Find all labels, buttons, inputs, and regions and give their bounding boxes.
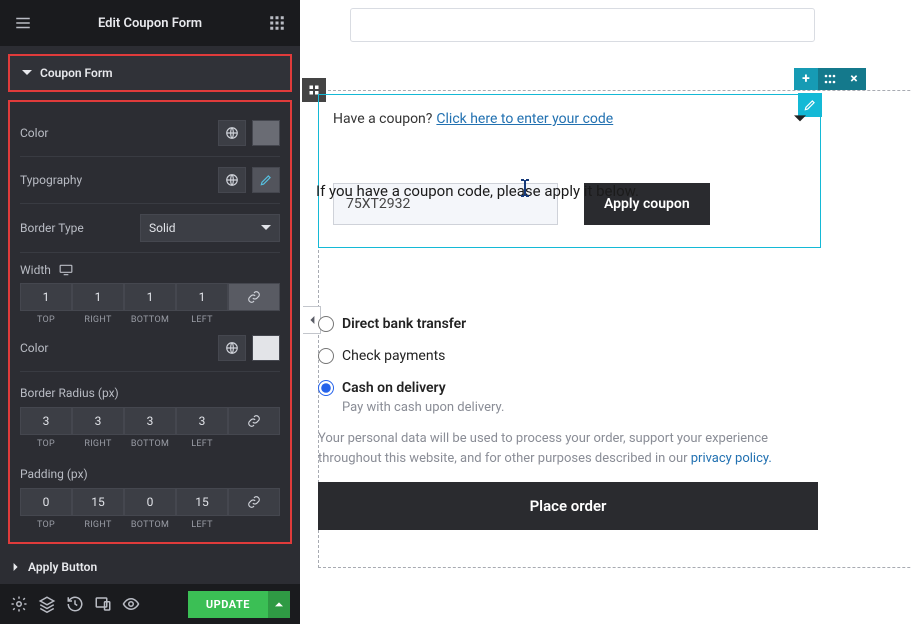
padding-top[interactable] xyxy=(20,488,72,516)
accordion-title: Coupon Form xyxy=(40,66,113,80)
accordion-apply-button[interactable]: Apply Button xyxy=(0,552,300,582)
border-type-select[interactable]: Solid xyxy=(140,214,280,242)
border-type-value: Solid xyxy=(149,221,176,235)
place-order-button[interactable]: Place order xyxy=(318,482,818,530)
lbl-left: LEFT xyxy=(176,315,228,325)
link-values-icon[interactable] xyxy=(228,488,280,516)
lbl-bottom: BOTTOM xyxy=(124,315,176,325)
lbl-right: RIGHT xyxy=(72,315,124,325)
caret-down-icon xyxy=(261,223,271,233)
apps-grid-icon[interactable] xyxy=(268,14,286,32)
padding-right[interactable] xyxy=(72,488,124,516)
label-color: Color xyxy=(20,126,48,140)
coupon-toggle[interactable]: Have a coupon? Click here to enter your … xyxy=(333,111,806,127)
accordion-coupon-form[interactable]: Coupon Form xyxy=(8,54,292,92)
link-values-icon[interactable] xyxy=(228,283,280,311)
pm3-label: Cash on delivery xyxy=(342,380,446,396)
lbl-top: TOP xyxy=(20,315,72,325)
padding-inputs: TOP RIGHT BOTTOM LEFT xyxy=(20,488,280,530)
lbl-top: TOP xyxy=(20,520,72,530)
lbl-right: RIGHT xyxy=(72,520,124,530)
sidebar-footer: UPDATE xyxy=(0,584,300,624)
pencil-icon[interactable] xyxy=(252,167,280,193)
update-button[interactable]: UPDATE xyxy=(188,591,290,618)
width-right[interactable] xyxy=(72,283,124,311)
column-handle: + × xyxy=(794,68,866,90)
input-above[interactable] xyxy=(350,8,815,42)
update-dropdown[interactable] xyxy=(268,591,290,618)
pm1-label: Direct bank transfer xyxy=(342,316,466,332)
eye-icon[interactable] xyxy=(122,595,140,613)
coupon-question: Have a coupon? xyxy=(333,111,432,127)
label-typography: Typography xyxy=(20,173,82,187)
lbl-left: LEFT xyxy=(176,520,228,530)
label-border-radius: Border Radius (px) xyxy=(20,386,119,400)
preview-canvas: + × Have a coupon? Click here to enter y… xyxy=(300,0,911,624)
globe-icon[interactable] xyxy=(218,120,246,146)
pm3-desc: Pay with cash upon delivery. xyxy=(342,400,818,415)
caret-right-icon xyxy=(12,563,20,571)
responsive-icon[interactable] xyxy=(94,595,112,613)
radio-cod[interactable] xyxy=(318,380,334,396)
control-color2: Color xyxy=(20,325,280,372)
add-column-icon[interactable]: + xyxy=(794,68,818,90)
control-color: Color xyxy=(20,110,280,157)
pm-check[interactable]: Check payments xyxy=(318,340,818,372)
drag-handle-icon[interactable] xyxy=(818,68,842,90)
layers-icon[interactable] xyxy=(38,595,56,613)
desktop-icon[interactable] xyxy=(59,264,73,276)
globe-icon[interactable] xyxy=(218,167,246,193)
radio-direct-bank[interactable] xyxy=(318,316,334,332)
gear-icon[interactable] xyxy=(10,595,28,613)
control-border-type: Border Type Solid xyxy=(20,204,280,253)
update-main[interactable]: UPDATE xyxy=(188,591,268,618)
coupon-help-text: If you have a coupon code, please apply … xyxy=(316,182,816,200)
radius-inputs: TOP RIGHT BOTTOM LEFT xyxy=(20,407,280,449)
lbl-right: RIGHT xyxy=(72,439,124,449)
label-padding: Padding (px) xyxy=(20,467,88,481)
close-icon[interactable]: × xyxy=(842,68,866,90)
editor-sidebar: Edit Coupon Form Coupon Form Color Typog… xyxy=(0,0,300,624)
sidebar-title: Edit Coupon Form xyxy=(98,16,202,31)
color-swatch[interactable] xyxy=(252,120,280,146)
hamburger-icon[interactable] xyxy=(14,14,32,32)
globe-icon[interactable] xyxy=(218,335,246,361)
padding-bottom[interactable] xyxy=(124,488,176,516)
width-top[interactable] xyxy=(20,283,72,311)
radio-check[interactable] xyxy=(318,348,334,364)
payment-methods: Direct bank transfer Check payments Cash… xyxy=(318,308,818,530)
lbl-top: TOP xyxy=(20,439,72,449)
control-typography: Typography xyxy=(20,157,280,204)
width-bottom[interactable] xyxy=(124,283,176,311)
pm-direct-bank[interactable]: Direct bank transfer xyxy=(318,308,818,340)
sidebar-header: Edit Coupon Form xyxy=(0,0,300,46)
link-values-icon[interactable] xyxy=(228,407,280,435)
lbl-bottom: BOTTOM xyxy=(124,520,176,530)
privacy-link[interactable]: privacy policy. xyxy=(691,451,772,466)
lbl-bottom: BOTTOM xyxy=(124,439,176,449)
text-cursor-icon xyxy=(518,178,532,198)
coupon-widget: Have a coupon? Click here to enter your … xyxy=(318,94,821,248)
sub-section-label: Apply Button xyxy=(28,560,97,574)
privacy-text: Your personal data will be used to proce… xyxy=(318,429,818,468)
lbl-left: LEFT xyxy=(176,439,228,449)
coupon-link[interactable]: Click here to enter your code xyxy=(436,111,613,127)
width-left[interactable] xyxy=(176,283,228,311)
caret-down-icon xyxy=(22,68,32,78)
width-inputs: TOP RIGHT BOTTOM LEFT xyxy=(20,283,280,325)
caret-up-icon xyxy=(275,600,283,608)
color-swatch[interactable] xyxy=(252,335,280,361)
label-color2: Color xyxy=(20,341,48,355)
radius-left[interactable] xyxy=(176,407,228,435)
radius-top[interactable] xyxy=(20,407,72,435)
history-icon[interactable] xyxy=(66,595,84,613)
label-width: Width xyxy=(20,263,51,277)
label-border-type: Border Type xyxy=(20,221,84,235)
pm2-label: Check payments xyxy=(342,348,445,364)
controls-panel: Color Typography Border Type Solid Width xyxy=(8,100,292,544)
caret-down-icon xyxy=(794,113,806,125)
radius-right[interactable] xyxy=(72,407,124,435)
padding-left[interactable] xyxy=(176,488,228,516)
radius-bottom[interactable] xyxy=(124,407,176,435)
